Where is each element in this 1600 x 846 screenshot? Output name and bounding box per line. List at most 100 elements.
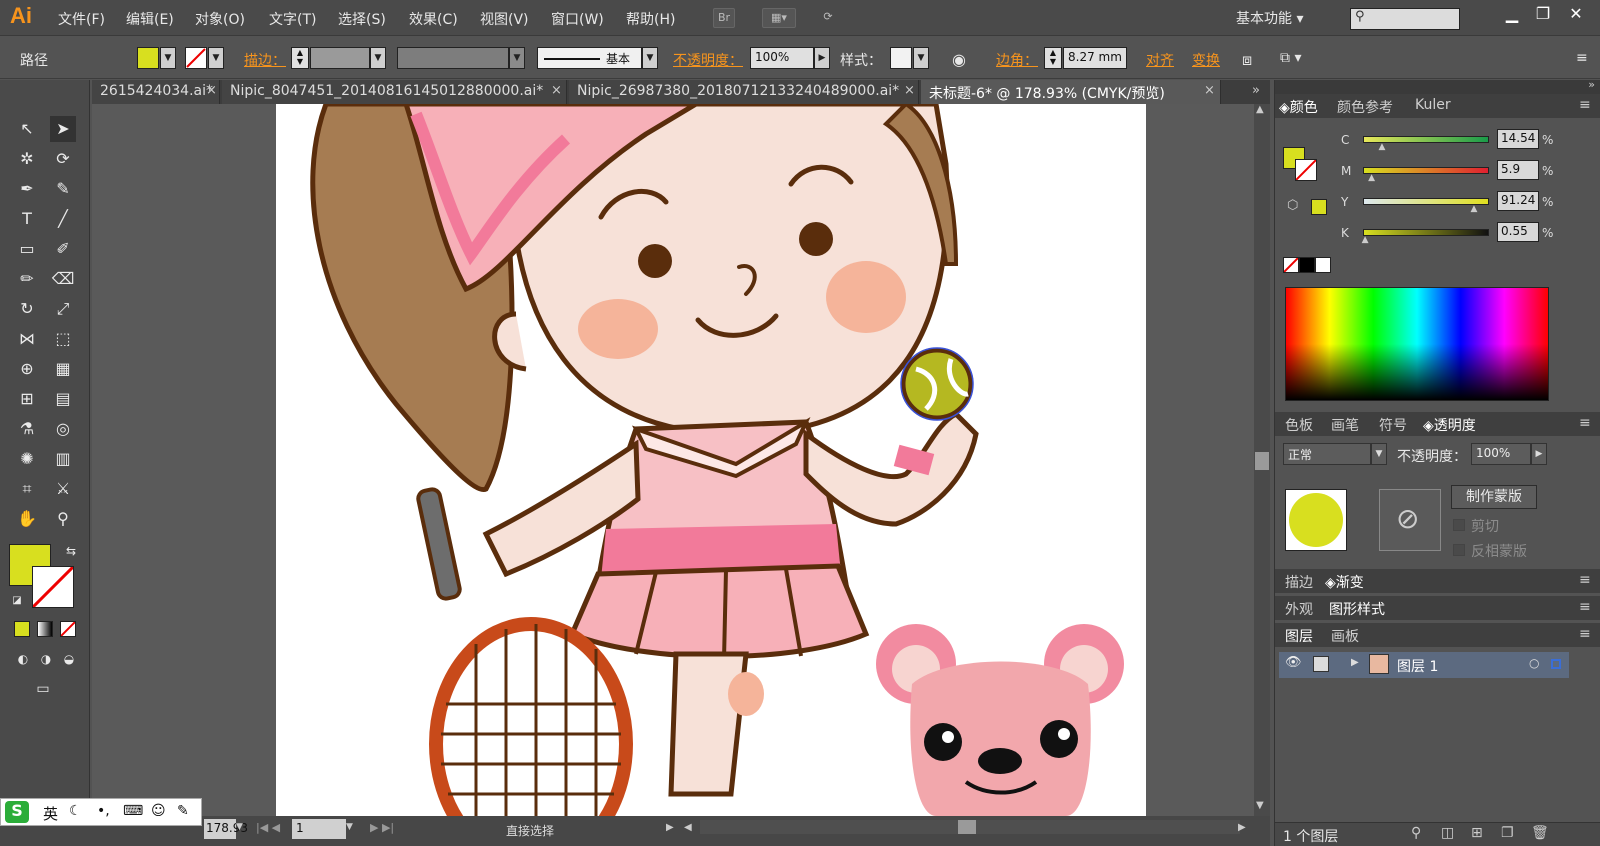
bridge-button[interactable]: Br	[713, 8, 735, 28]
new-layer-icon[interactable]: ❐	[1501, 825, 1514, 841]
cyan-input[interactable]: 14.54	[1497, 129, 1539, 149]
tab-graphic-styles[interactable]: 图形样式	[1329, 599, 1385, 619]
sync-icon[interactable]: ⟳	[815, 8, 841, 28]
hand-tool-icon[interactable]: ✋	[14, 506, 40, 532]
object-thumbnail[interactable]	[1285, 489, 1347, 551]
rectangle-tool-icon[interactable]: ▭	[14, 236, 40, 262]
first-artboard-icon[interactable]: |◀ ◀	[256, 821, 280, 834]
stroke-dropdown[interactable]: ▼	[208, 47, 224, 69]
menu-object[interactable]: 对象(O)	[195, 9, 245, 29]
zoom-dropdown-icon[interactable]: ▼	[236, 822, 243, 832]
tools-wrench-icon[interactable]: ✎	[177, 803, 189, 819]
panel-menu-icon[interactable]: ≡	[1579, 415, 1591, 431]
artboard-dropdown-icon[interactable]: ▼	[346, 822, 353, 832]
collapse-panels-icon[interactable]: »	[1588, 78, 1595, 91]
pen-tool-icon[interactable]: ✒	[14, 176, 40, 202]
direct-selection-tool-icon[interactable]: ➤	[50, 116, 76, 142]
tab-color[interactable]: ◈颜色	[1279, 97, 1318, 117]
workspace-switcher[interactable]: 基本功能 ▾	[1236, 8, 1303, 28]
gamut-swatch[interactable]	[1311, 199, 1327, 215]
search-input[interactable]: ⚲	[1350, 8, 1460, 30]
canvas[interactable]	[92, 104, 1254, 816]
brush-definition[interactable]: 基本	[537, 47, 642, 69]
panel-menu-icon[interactable]: ≡	[1579, 97, 1591, 113]
menu-effect[interactable]: 效果(C)	[409, 9, 458, 29]
restore-icon[interactable]: ❐	[1530, 4, 1556, 24]
corner-label[interactable]: 边角：	[996, 50, 1038, 70]
close-icon[interactable]: ✕	[1563, 4, 1589, 24]
new-sublayer-icon[interactable]: ⊞	[1471, 825, 1483, 841]
vertical-scrollbar[interactable]: ▲ ▼	[1254, 104, 1270, 816]
panel-menu-icon[interactable]: ≡	[1579, 572, 1591, 588]
menu-edit[interactable]: 编辑(E)	[126, 9, 174, 29]
none-mode-button[interactable]	[60, 621, 76, 637]
minimize-icon[interactable]: ▁	[1499, 4, 1525, 24]
panel-menu-icon[interactable]: ≡	[1579, 599, 1591, 615]
scroll-left-icon[interactable]: ◀	[684, 822, 692, 833]
ime-language-label[interactable]: 英	[43, 803, 58, 824]
tab-close-icon[interactable]: ×	[206, 83, 217, 98]
control-menu-icon[interactable]: ≡	[1576, 50, 1588, 66]
menu-view[interactable]: 视图(V)	[480, 9, 529, 29]
color-mode-button[interactable]	[14, 621, 30, 637]
tab-close-icon[interactable]: ×	[904, 83, 915, 98]
stroke-label[interactable]: 描边：	[244, 50, 286, 70]
default-colors-icon[interactable]: ◪	[4, 588, 30, 614]
lock-toggle[interactable]	[1313, 656, 1329, 672]
blend-tool-icon[interactable]: ◎	[50, 416, 76, 442]
perspective-grid-tool-icon[interactable]: ▦	[50, 356, 76, 382]
selection-indicator[interactable]	[1551, 659, 1561, 669]
zoom-tool-icon[interactable]: ⚲	[50, 506, 76, 532]
delete-layer-icon[interactable]: 🗑	[1531, 825, 1549, 841]
curvature-tool-icon[interactable]: ✎	[50, 176, 76, 202]
tab-swatches[interactable]: 色板	[1285, 415, 1313, 435]
target-icon[interactable]: ○	[1529, 656, 1539, 670]
menu-type[interactable]: 文字(T)	[269, 9, 316, 29]
none-swatch[interactable]	[1283, 257, 1299, 273]
line-tool-icon[interactable]: ╱	[50, 206, 76, 232]
variable-width-dropdown[interactable]: ▼	[509, 47, 525, 69]
leg-shape[interactable]	[668, 651, 749, 797]
horizontal-scrollbar[interactable]	[700, 820, 1240, 834]
menu-file[interactable]: 文件(F)	[58, 9, 105, 29]
artboard[interactable]	[276, 104, 1146, 816]
layer-row[interactable]: 👁 ▶ 图层 1 ○	[1279, 652, 1569, 678]
yellow-input[interactable]: 91.24	[1497, 191, 1539, 211]
tennis-ball[interactable]	[900, 347, 974, 421]
lasso-tool-icon[interactable]: ⟳	[50, 146, 76, 172]
selection-tool-icon[interactable]: ↖	[14, 116, 40, 142]
transparency-opacity-dropdown[interactable]: ▶	[1531, 443, 1547, 465]
status-menu-icon[interactable]: ▶	[666, 822, 674, 833]
yellow-slider-thumb[interactable]: ▲	[1470, 204, 1477, 214]
tab-layers[interactable]: 图层	[1285, 626, 1313, 646]
tab-document-2[interactable]: Nipic_8047451_20140816145012880000.ai*	[222, 80, 567, 104]
menu-window[interactable]: 窗口(W)	[551, 9, 604, 29]
keyboard-icon[interactable]: ⌨	[123, 803, 143, 819]
artboard-number-input[interactable]: 1	[292, 819, 346, 839]
eraser-tool-icon[interactable]: ⌫	[50, 266, 76, 292]
tab-close-icon[interactable]: ×	[551, 83, 562, 98]
tab-artboards[interactable]: 画板	[1331, 626, 1359, 646]
vertical-scroll-thumb[interactable]	[1255, 452, 1269, 470]
blend-mode-select[interactable]: 正常	[1283, 443, 1371, 465]
recolor-icon[interactable]: ◉	[952, 50, 966, 69]
black-swatch[interactable]	[1299, 257, 1315, 273]
column-graph-tool-icon[interactable]: ▥	[50, 446, 76, 472]
black-slider-thumb[interactable]: ▲	[1362, 235, 1369, 245]
align-link[interactable]: 对齐	[1146, 50, 1174, 70]
stroke-weight-dropdown[interactable]: ▼	[370, 47, 386, 69]
out-of-gamut-icon[interactable]: ⬡	[1287, 198, 1298, 213]
visibility-eye-icon[interactable]: 👁	[1285, 655, 1302, 670]
transform-link[interactable]: 变换	[1192, 50, 1220, 70]
punctuation-icon[interactable]: •,	[97, 803, 110, 819]
tab-gradient[interactable]: ◈渐变	[1325, 572, 1364, 592]
corner-radius-input[interactable]: 8.27 mm	[1063, 47, 1127, 69]
clipping-mask-icon[interactable]: ◫	[1441, 825, 1454, 841]
shape-builder-tool-icon[interactable]: ⊕	[14, 356, 40, 382]
invert-mask-checkbox[interactable]	[1453, 544, 1465, 556]
tab-close-icon[interactable]: ×	[1204, 83, 1215, 98]
graphic-style-swatch[interactable]	[890, 47, 912, 69]
white-swatch[interactable]	[1315, 257, 1331, 273]
type-tool-icon[interactable]: T	[14, 206, 40, 232]
skirt-shape[interactable]	[568, 563, 870, 659]
